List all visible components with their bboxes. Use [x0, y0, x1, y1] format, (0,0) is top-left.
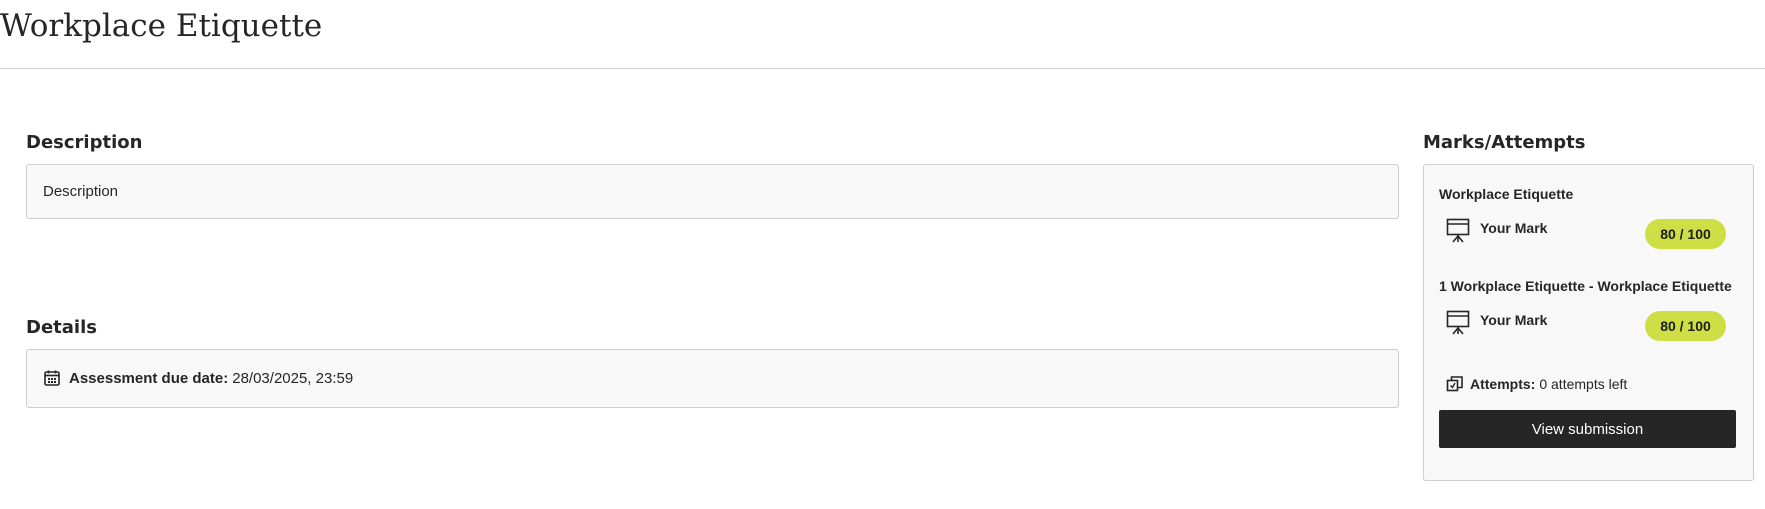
due-date-label: Assessment due date:: [69, 369, 229, 387]
marks-attempts-heading: Marks/Attempts: [1423, 132, 1586, 153]
description-text: Description: [43, 183, 119, 200]
mark-row: Your Mark 80 / 100: [1446, 216, 1726, 249]
attempts-row: Attempts: 0 attempts left: [1446, 375, 1627, 393]
page-title: Workplace Etiquette: [0, 8, 323, 44]
view-submission-button[interactable]: View submission: [1439, 410, 1736, 448]
due-date-value: 28/03/2025, 23:59: [232, 369, 354, 387]
mark-row: Your Mark 80 / 100: [1446, 308, 1726, 341]
due-date-row: Assessment due date: 28/03/2025, 23:59: [43, 369, 353, 387]
presentation-board-icon: [1446, 310, 1470, 335]
mark-badge: 80 / 100: [1645, 219, 1726, 249]
mark-item-title: Workplace Etiquette: [1439, 186, 1574, 202]
assessment-page: Workplace Etiquette Description Descript…: [0, 0, 1765, 509]
attempts-label: Attempts:: [1470, 376, 1536, 392]
mark-item-title: 1 Workplace Etiquette - Workplace Etique…: [1439, 278, 1732, 294]
marks-attempts-panel: Workplace Etiquette Your Mark 80 / 100 1…: [1423, 164, 1754, 481]
presentation-board-icon: [1446, 218, 1470, 243]
details-heading: Details: [26, 317, 97, 338]
mark-badge: 80 / 100: [1645, 311, 1726, 341]
description-box: Description: [26, 164, 1399, 219]
attempts-icon: [1446, 376, 1463, 392]
details-box: Assessment due date: 28/03/2025, 23:59: [26, 349, 1399, 408]
title-divider: [0, 68, 1765, 69]
your-mark-label: Your Mark: [1480, 220, 1548, 236]
attempts-value: 0 attempts left: [1539, 376, 1628, 392]
description-heading: Description: [26, 132, 143, 153]
your-mark-label: Your Mark: [1480, 312, 1548, 328]
calendar-icon: [44, 370, 60, 386]
